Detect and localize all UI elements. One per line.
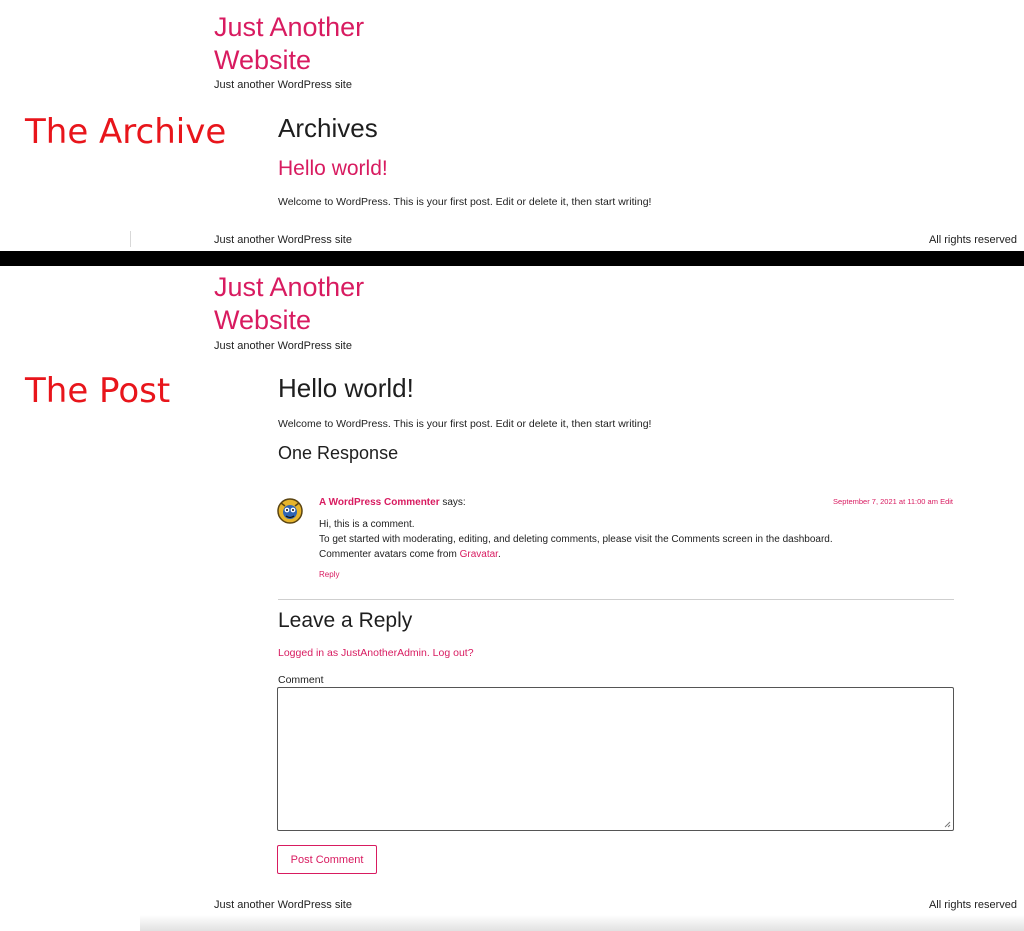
divider <box>130 231 131 247</box>
comment-line-2: To get started with moderating, editing,… <box>319 534 833 545</box>
gravatar-link[interactable]: Gravatar <box>460 549 498 560</box>
post-content: Welcome to WordPress. This is your first… <box>278 418 652 430</box>
site-title-line1: Just Another <box>214 12 365 42</box>
comment-edit-link[interactable]: Edit <box>940 497 953 506</box>
comment-body: Hi, this is a comment. To get started wi… <box>319 517 833 562</box>
logged-in-link[interactable]: Logged in as JustAnotherAdmin. Log out? <box>278 647 474 659</box>
comment-line-3-suffix: . <box>497 549 501 560</box>
comment-line-3: Commenter avatars come from Gravatar. <box>319 547 833 562</box>
comment-says: says: <box>442 497 466 508</box>
site-title-line2: Website <box>214 45 312 75</box>
post-title: Hello world! <box>278 373 414 403</box>
reply-heading: Leave a Reply <box>278 609 413 632</box>
bottom-shadow <box>140 915 1024 931</box>
comment-line-1: Hi, this is a comment. <box>319 519 415 530</box>
site-title-link[interactable]: Just Another Website <box>214 271 414 337</box>
resize-handle-icon[interactable] <box>943 820 951 828</box>
comment-meta: A WordPress Commenter says: <box>319 497 466 508</box>
commenter-avatar-icon <box>276 497 304 525</box>
site-title-line2: Website <box>214 305 312 335</box>
comment-label: Comment <box>278 674 324 686</box>
post-excerpt: Welcome to WordPress. This is your first… <box>278 196 652 208</box>
responses-heading: One Response <box>278 443 399 463</box>
comment-author-link[interactable]: A WordPress Commenter <box>319 497 440 508</box>
footer-tagline: Just another WordPress site <box>214 234 352 246</box>
site-tagline: Just another WordPress site <box>214 79 352 91</box>
divider <box>278 599 954 600</box>
post-title-link[interactable]: Hello world! <box>278 157 388 181</box>
footer-tagline: Just another WordPress site <box>214 899 352 911</box>
site-title-line1: Just Another <box>214 272 365 302</box>
annotation-label: The Archive <box>25 112 227 152</box>
separator-bar <box>0 251 1024 266</box>
comment-textarea[interactable] <box>277 687 954 831</box>
annotation-label: The Post <box>25 371 171 411</box>
comment-date-meta: September 7, 2021 at 11:00 am Edit <box>833 497 953 506</box>
site-title-link[interactable]: Just Another Website <box>214 11 414 77</box>
site-tagline: Just another WordPress site <box>214 340 352 352</box>
comment-reply-link[interactable]: Reply <box>319 570 339 579</box>
page-title: Archives <box>278 113 378 143</box>
comment-date-link[interactable]: September 7, 2021 at 11:00 am <box>833 497 938 506</box>
comment-line-3-prefix: Commenter avatars come from <box>319 549 457 560</box>
footer-rights: All rights reserved <box>928 234 1017 246</box>
footer-rights: All rights reserved <box>928 899 1017 911</box>
post-comment-button[interactable]: Post Comment <box>277 845 377 874</box>
